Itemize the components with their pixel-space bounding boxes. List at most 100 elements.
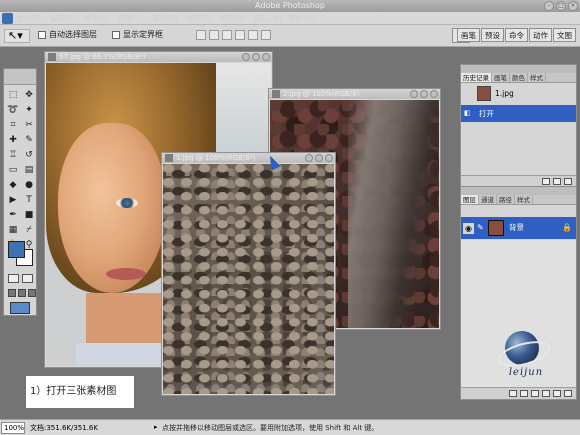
crop-tool-icon[interactable]: ⌗ xyxy=(6,119,20,132)
eraser-tool-icon[interactable]: ▭ xyxy=(6,164,20,177)
history-brush-icon[interactable]: ↺ xyxy=(22,149,36,162)
new-layer-icon[interactable] xyxy=(553,390,561,397)
toolbox-header[interactable] xyxy=(4,69,36,85)
document-window-1[interactable]: 1.jpg @ 100%(RGB/8*) xyxy=(161,152,336,396)
menu-layer[interactable]: 图层(L) xyxy=(118,12,143,25)
tab-color[interactable]: 颜色 xyxy=(510,73,528,82)
doc-minimize-icon[interactable] xyxy=(410,90,418,98)
tab-channels[interactable]: 通道 xyxy=(479,195,497,204)
palette-well: 画笔 预设 命令 动作 文图 xyxy=(457,28,576,42)
dodge-tool-icon[interactable]: ● xyxy=(22,179,36,192)
slice-tool-icon[interactable]: ✂ xyxy=(22,119,36,132)
gradient-tool-icon[interactable]: ▤ xyxy=(22,164,36,177)
status-menu-arrow-icon[interactable]: ▸ xyxy=(154,423,158,431)
move-tool-icon[interactable]: ✥ xyxy=(22,89,36,102)
visibility-eye-icon[interactable]: ◉ xyxy=(463,223,474,234)
align-center-icon[interactable] xyxy=(248,30,258,40)
tab-history[interactable]: 历史记录 xyxy=(461,73,492,82)
clone-stamp-icon[interactable]: ♖ xyxy=(6,149,20,162)
align-middle-icon[interactable] xyxy=(209,30,219,40)
tab-paths[interactable]: 路径 xyxy=(497,195,515,204)
doc-close-icon[interactable] xyxy=(262,53,270,61)
doc-maximize-icon[interactable] xyxy=(252,53,260,61)
well-tab-brushes[interactable]: 画笔 xyxy=(457,28,480,42)
foreground-color-swatch[interactable] xyxy=(8,241,25,258)
layers-panel-header[interactable] xyxy=(461,187,576,195)
close-icon[interactable]: × xyxy=(568,1,578,11)
history-step[interactable]: ◧ 打开 xyxy=(461,105,576,122)
menu-window[interactable]: 窗口(W) xyxy=(254,12,282,25)
tool-preset-picker[interactable]: ↖▾ xyxy=(4,29,30,43)
delete-layer-icon[interactable] xyxy=(564,390,572,397)
layer-mask-icon[interactable] xyxy=(520,390,528,397)
show-bounding-box-checkbox[interactable] xyxy=(112,31,120,39)
standard-mode-icon[interactable] xyxy=(8,274,19,283)
jump-to-imageready-icon[interactable] xyxy=(10,302,30,314)
menu-edit[interactable]: 编辑(E) xyxy=(50,12,76,25)
document-size[interactable]: 文档:351.6K/351.6K xyxy=(30,422,98,434)
zoom-field[interactable]: 100% xyxy=(1,422,25,434)
minimize-icon[interactable]: – xyxy=(544,1,554,11)
doc-close-icon[interactable] xyxy=(325,154,333,162)
brush-link-icon[interactable]: ✎ xyxy=(477,223,484,232)
align-top-icon[interactable] xyxy=(196,30,206,40)
tab-brushes[interactable]: 画笔 xyxy=(492,73,510,82)
magic-wand-tool-icon[interactable]: ✦ xyxy=(22,104,36,117)
adjustment-layer-icon[interactable] xyxy=(542,390,550,397)
blur-tool-icon[interactable]: ◆ xyxy=(6,179,20,192)
eyedropper-icon[interactable]: ⌿ xyxy=(22,224,36,237)
standard-screen-icon[interactable] xyxy=(8,289,16,297)
align-left-icon[interactable] xyxy=(235,30,245,40)
notes-tool-icon[interactable]: ▦ xyxy=(6,224,20,237)
align-right-icon[interactable] xyxy=(261,30,271,40)
quick-mask-icon[interactable] xyxy=(22,274,33,283)
full-screen-menu-icon[interactable] xyxy=(18,289,26,297)
doc-minimize-icon[interactable] xyxy=(305,154,313,162)
auto-select-layer-checkbox[interactable] xyxy=(38,31,46,39)
tab-layers[interactable]: 图层 xyxy=(461,195,479,204)
menu-file[interactable]: 文件(F) xyxy=(16,12,41,25)
tab-styles[interactable]: 样式 xyxy=(528,73,546,82)
align-bottom-icon[interactable] xyxy=(222,30,232,40)
doc-minimize-icon[interactable] xyxy=(242,53,250,61)
well-tab-actions[interactable]: 动作 xyxy=(529,28,552,42)
brush-tool-icon[interactable]: ✎ xyxy=(22,134,36,147)
doc-close-icon[interactable] xyxy=(430,90,438,98)
layers-panel-footer xyxy=(461,387,576,399)
doc-maximize-icon[interactable] xyxy=(420,90,428,98)
type-tool-icon[interactable]: T xyxy=(22,194,36,207)
color-swatches xyxy=(8,241,34,267)
tab-layer-styles[interactable]: 样式 xyxy=(515,195,533,204)
healing-brush-icon[interactable]: ✚ xyxy=(6,134,20,147)
menu-help[interactable]: 帮助(H) xyxy=(288,12,315,25)
well-tab-commands[interactable]: 命令 xyxy=(505,28,528,42)
new-document-from-state-icon[interactable] xyxy=(542,178,550,185)
delete-state-icon[interactable] xyxy=(564,178,572,185)
document-title-bar[interactable]: 57.jpg @ 66.7%(RGB/8*) xyxy=(45,52,272,62)
well-tab-comps[interactable]: 文图 xyxy=(553,28,576,42)
new-snapshot-icon[interactable] xyxy=(553,178,561,185)
menu-image[interactable]: 图像(I) xyxy=(84,12,107,25)
history-snapshot[interactable]: 1.jpg xyxy=(461,85,576,102)
menu-view[interactable]: 视图(V) xyxy=(220,12,246,25)
shape-tool-icon[interactable]: ■ xyxy=(22,209,36,222)
well-tab-presets[interactable]: 预设 xyxy=(481,28,504,42)
layer-set-icon[interactable] xyxy=(531,390,539,397)
pen-tool-icon[interactable]: ✒ xyxy=(6,209,20,222)
path-select-icon[interactable]: ▶ xyxy=(6,194,20,207)
document-title-bar[interactable]: 1.jpg @ 100%(RGB/8*) xyxy=(162,153,335,163)
marquee-tool-icon[interactable]: ⬚ xyxy=(6,89,20,102)
app-title: Adobe Photoshop xyxy=(255,1,325,10)
history-panel-header[interactable] xyxy=(461,65,576,73)
doc-maximize-icon[interactable] xyxy=(315,154,323,162)
maximize-icon[interactable]: □ xyxy=(556,1,566,11)
menu-select[interactable]: 选择(S) xyxy=(152,12,178,25)
history-brush-source-icon[interactable]: ◧ xyxy=(464,105,471,122)
lasso-tool-icon[interactable]: ➰ xyxy=(6,104,20,117)
layer-style-icon[interactable] xyxy=(509,390,517,397)
document-title-bar[interactable]: 2.jpg @ 100%(RGB/8) xyxy=(269,89,440,99)
menu-filter[interactable]: 滤镜(T) xyxy=(186,12,211,25)
snapshot-thumbnail xyxy=(477,86,491,101)
layer-row-background[interactable]: ◉ ✎ 背景 🔒 xyxy=(461,217,576,239)
full-screen-icon[interactable] xyxy=(28,289,36,297)
